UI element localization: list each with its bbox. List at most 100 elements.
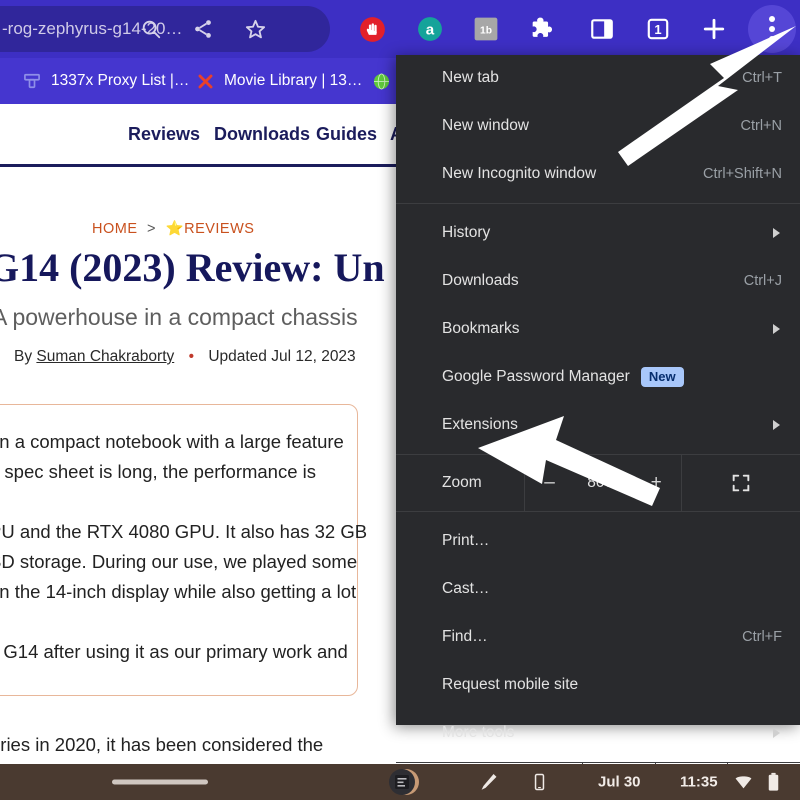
callout-line-1: en a compact notebook with a large featu…	[0, 427, 344, 457]
bookmark-item-1337x[interactable]: 1337x Proxy List |…	[22, 58, 189, 104]
zoom-level-value: 80%	[587, 474, 618, 492]
menu-item-request-mobile-site[interactable]: Request mobile site	[396, 668, 800, 702]
stylus-icon[interactable]	[478, 772, 499, 793]
breadcrumb-separator: >	[147, 221, 156, 237]
zoom-controls: – 80% +	[524, 455, 682, 511]
app-thumbnail-icon[interactable]	[386, 764, 422, 800]
menu-shortcut-downloads: Ctrl+J	[744, 273, 782, 289]
menu-item-extensions[interactable]: Extensions	[396, 408, 800, 442]
grammarly-icon[interactable]: a	[416, 15, 444, 43]
menu-label-request-mobile-site: Request mobile site	[442, 676, 578, 694]
callout-line-6: s G14 after using it as our primary work…	[0, 637, 348, 667]
chevron-right-icon-more-tools	[773, 728, 780, 738]
breadcrumb: HOME > ⭐REVIEWS	[92, 220, 254, 237]
menu-label-new-tab: New tab	[442, 69, 499, 87]
zoom-row: Zoom – 80% +	[396, 454, 800, 512]
navbar-date: Jul 30	[598, 774, 641, 791]
byline-dot: •	[189, 348, 194, 365]
chrome-main-menu: New tab Ctrl+T New window Ctrl+N New Inc…	[396, 55, 800, 725]
byline-updated: Updated Jul 12, 2023	[208, 348, 355, 365]
menu-label-new-incognito-window: New Incognito window	[442, 165, 596, 183]
site-nav-downloads[interactable]: Downloads	[214, 124, 310, 145]
screen: Reviews Downloads Guides A HOME > ⭐REVIE…	[0, 0, 800, 800]
chevron-right-icon-history	[773, 228, 780, 238]
menu-label-cast: Cast…	[442, 580, 489, 598]
svg-text:1b: 1b	[480, 25, 492, 36]
page-subtitle: A powerhouse in a compact chassis	[0, 304, 358, 331]
menu-dot-2	[769, 26, 775, 32]
breadcrumb-home[interactable]: HOME	[92, 221, 138, 237]
site-nav-reviews[interactable]: Reviews	[128, 124, 200, 145]
menu-shortcut-new-tab: Ctrl+T	[742, 70, 782, 86]
menu-label-bookmarks: Bookmarks	[442, 320, 520, 338]
tab-count-label: 1	[654, 22, 661, 37]
onetab-icon[interactable]: 1b	[472, 15, 500, 43]
menu-label-new-window: New window	[442, 117, 529, 135]
menu-item-print[interactable]: Print…	[396, 524, 800, 558]
torrent-t-icon	[22, 71, 42, 91]
zoom-out-button[interactable]: –	[538, 472, 561, 494]
menu-item-bookmarks[interactable]: Bookmarks	[396, 312, 800, 346]
breadcrumb-star-icon: ⭐	[166, 221, 185, 237]
menu-shortcut-find: Ctrl+F	[742, 629, 782, 645]
side-panel-icon[interactable]	[588, 15, 616, 43]
page-title: G14 (2023) Review: Un	[0, 244, 385, 291]
menu-shortcut-new-window: Ctrl+N	[741, 118, 783, 134]
menu-item-history[interactable]: History	[396, 216, 800, 250]
browser-toolbar: -rog-zephyrus-g14-20…	[0, 0, 800, 58]
three-dot-menu-icon[interactable]	[748, 5, 796, 53]
svg-text:a: a	[426, 21, 435, 38]
omnibox[interactable]: -rog-zephyrus-g14-20…	[0, 6, 330, 52]
menu-divider-1	[396, 203, 800, 204]
menu-item-cast[interactable]: Cast…	[396, 572, 800, 606]
search-icon[interactable]	[138, 16, 164, 42]
site-nav-guides[interactable]: Guides	[316, 124, 377, 145]
menu-label-google-password-manager: Google Password Manager	[442, 368, 630, 386]
chevron-right-icon-bookmarks	[773, 324, 780, 334]
menu-item-new-tab[interactable]: New tab Ctrl+T	[396, 61, 800, 95]
tab-count-icon[interactable]: 1	[644, 15, 672, 43]
body-paragraph: eries in 2020, it has been considered th…	[0, 734, 323, 756]
navbar-time: 11:35	[680, 774, 718, 791]
callout-line-2: e spec sheet is long, the performance is	[0, 457, 316, 487]
adblock-icon[interactable]	[358, 15, 386, 43]
byline: By Suman Chakraborty • Updated Jul 12, 2…	[14, 348, 356, 366]
star-icon[interactable]	[242, 16, 268, 42]
menu-label-more-tools: More tools	[442, 724, 514, 742]
zoom-in-button[interactable]: +	[645, 472, 668, 494]
bookmark-label-movie-library: Movie Library | 13…	[224, 72, 362, 90]
menu-label-history: History	[442, 224, 490, 242]
green-globe-icon	[372, 72, 391, 91]
bookmark-item-movie-library[interactable]: Movie Library | 13…	[196, 58, 362, 104]
red-x-icon	[196, 72, 215, 91]
menu-item-find[interactable]: Find… Ctrl+F	[396, 620, 800, 654]
callout-line-5: on the 14-inch display while also gettin…	[0, 577, 356, 607]
home-gesture-pill[interactable]	[112, 780, 208, 785]
menu-item-new-window[interactable]: New window Ctrl+N	[396, 109, 800, 143]
menu-dot-1	[769, 16, 775, 22]
menu-label-print: Print…	[442, 532, 489, 550]
menu-label-extensions: Extensions	[442, 416, 518, 434]
byline-author[interactable]: Suman Chakraborty	[36, 348, 174, 365]
menu-item-new-incognito-window[interactable]: New Incognito window Ctrl+Shift+N	[396, 157, 800, 191]
menu-item-downloads[interactable]: Downloads Ctrl+J	[396, 264, 800, 298]
wifi-icon[interactable]	[734, 773, 753, 792]
chevron-right-icon-extensions	[773, 420, 780, 430]
breadcrumb-section[interactable]: REVIEWS	[184, 221, 254, 237]
fullscreen-icon[interactable]	[682, 455, 800, 511]
phone-icon[interactable]	[530, 773, 549, 792]
zoom-label: Zoom	[396, 455, 524, 511]
share-icon[interactable]	[190, 16, 216, 42]
status-badge-new: New	[641, 367, 684, 387]
callout-box: en a compact notebook with a large featu…	[0, 404, 358, 696]
callout-line-3: PU and the RTX 4080 GPU. It also has 32 …	[0, 517, 367, 547]
menu-label-downloads: Downloads	[442, 272, 519, 290]
extensions-puzzle-icon[interactable]	[528, 15, 556, 43]
bookmark-label-1337x: 1337x Proxy List |…	[51, 72, 189, 90]
battery-icon[interactable]	[766, 773, 781, 792]
menu-item-google-password-manager[interactable]: Google Password Manager New	[396, 360, 800, 394]
menu-item-more-tools[interactable]: More tools	[396, 716, 800, 750]
menu-label-find: Find…	[442, 628, 488, 646]
system-navbar: Jul 30 11:35	[0, 764, 800, 800]
new-tab-plus-icon[interactable]	[700, 15, 728, 43]
